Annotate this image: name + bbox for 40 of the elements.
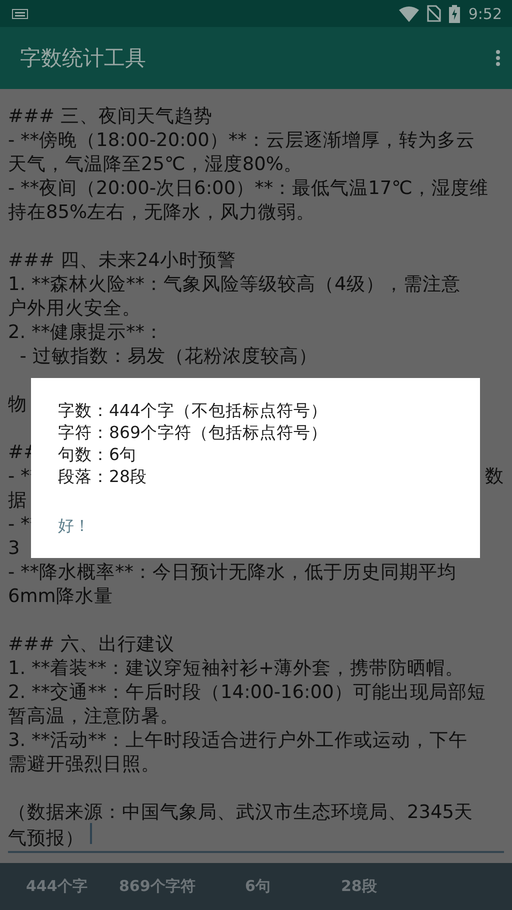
dialog-text: 字数：444个字（不包括标点符号）: [58, 400, 328, 422]
editor-text-line: ### 三、夜间天气趋势: [8, 106, 212, 128]
editor-text-line: - 过敏指数：易发（花粉浓度较高）: [18, 346, 318, 368]
editor-text-line: 3. **活动**：上午时段适合进行户外工作或运动，下午: [8, 730, 468, 752]
editor-text-line: 天气，气温降至25℃，湿度80%。: [8, 154, 302, 176]
editor-text-line: - **降水概率**：今日预计无降水，低于历史同期平均: [8, 562, 457, 584]
dialog-text: 字符：869个字符（包括标点符号）: [58, 422, 328, 444]
ok-button[interactable]: 好！: [48, 512, 100, 541]
editor-text-line: 1. **着装**：建议穿短袖衬衫+薄外套，携带防晒帽。: [8, 658, 464, 680]
editor-text-line: 户外用火安全。: [8, 298, 141, 320]
editor-text-line: 6mm降水量: [8, 586, 113, 608]
editor-text-line: 气预报）: [8, 828, 84, 850]
editor-text-line: 物: [8, 394, 27, 416]
dialog-text: 段落：28段: [58, 466, 148, 488]
editor-text-line: 2. **健康提示**：: [8, 322, 164, 344]
clock-time: 9:52: [468, 4, 502, 23]
wifi-icon: [399, 6, 420, 22]
editor-text-line: 需避开强烈日照。: [8, 754, 160, 776]
editor-text-line: （数据来源：中国气象局、武汉市生态环境局、2345天: [8, 802, 474, 824]
keyboard-icon: [12, 8, 28, 19]
editor-text-line: - **夜间（20:00-次日6:00）**：最低气温17℃，湿度维: [8, 178, 488, 200]
editor-text-line: - **傍晚（18:00-20:00）**：云层逐渐增厚，转为多云: [8, 130, 475, 152]
battery-icon: [449, 4, 460, 23]
editor-text-line: 3: [8, 538, 20, 560]
editor-text-line: ### 四、未来24小时预警: [8, 250, 236, 272]
editor-text-line: 据: [8, 490, 27, 512]
more-options-icon[interactable]: [496, 50, 500, 66]
app-title: 字数统计工具: [20, 45, 146, 72]
editor-text-line: 2. **交通**：午后时段（14:00-16:00）可能出现局部短: [8, 682, 486, 704]
stat-label: 6句: [245, 877, 272, 896]
editor-text-line: 1. **森林火险**：气象风险等级较高（4级），需注意: [8, 274, 460, 296]
dialog-text: 句数：6句: [58, 444, 138, 466]
stat-label: 444个字: [25, 877, 88, 896]
editor-text-line: 持在85%左右，无降水，风力微弱。: [8, 202, 316, 224]
no-sim-icon: [427, 5, 442, 22]
editor-text-line: ### 六、出行建议: [8, 634, 174, 656]
stat-label: 28段: [341, 877, 378, 896]
editor-text-line: 数: [485, 465, 504, 490]
editor-text-line: 暂高温，注意防暑。: [8, 706, 179, 728]
stat-label: 869个字符: [119, 877, 196, 896]
